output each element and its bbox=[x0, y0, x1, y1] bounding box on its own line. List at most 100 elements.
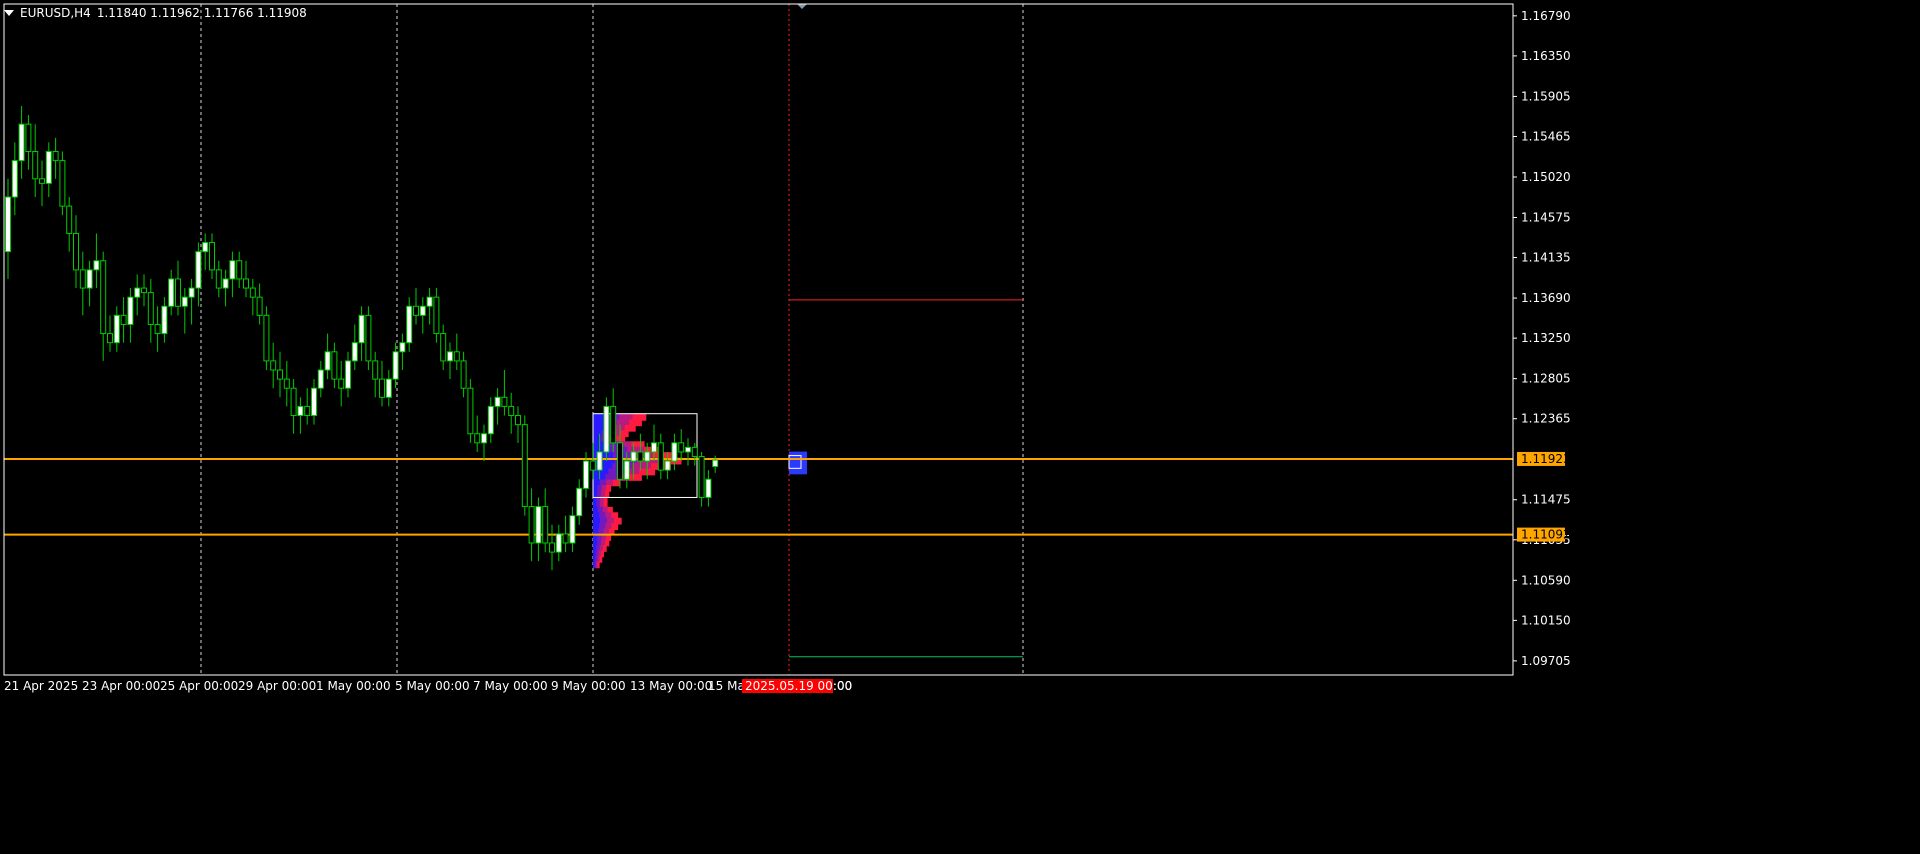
candle-body bbox=[222, 278, 229, 289]
candle-body bbox=[283, 378, 290, 389]
price-chart[interactable]: 1.16790 1.16350 1.15905 1.15465 1.15020 1.145… bbox=[0, 0, 1920, 854]
candle-body bbox=[147, 292, 154, 325]
candles bbox=[5, 105, 719, 571]
candle-body bbox=[161, 305, 168, 335]
candle-body bbox=[392, 351, 399, 380]
candle-body bbox=[141, 287, 147, 294]
candle-body bbox=[433, 296, 440, 335]
candle-body bbox=[290, 387, 297, 417]
candle-body bbox=[589, 460, 596, 471]
candle-body bbox=[535, 506, 542, 544]
candle-body bbox=[617, 442, 623, 480]
price-tick-label: 1.14575 bbox=[1521, 211, 1571, 225]
price-tick-label: 1.12805 bbox=[1521, 372, 1571, 386]
candle-body bbox=[18, 123, 25, 162]
candle-body bbox=[243, 278, 249, 289]
candle-body bbox=[127, 296, 134, 325]
candle-body bbox=[501, 396, 508, 407]
candle-body bbox=[515, 415, 521, 426]
chart-window[interactable]: 1.16790 1.16350 1.15905 1.15465 1.15020 1.145… bbox=[0, 0, 1920, 854]
candle-body bbox=[413, 305, 419, 316]
chart-frame bbox=[3, 3, 1514, 676]
shift-marker-icon[interactable] bbox=[797, 4, 807, 9]
candle-body bbox=[698, 455, 705, 498]
candle-body bbox=[576, 487, 583, 517]
candle-body bbox=[365, 314, 372, 362]
candle-body bbox=[494, 396, 501, 407]
candle-body bbox=[385, 378, 392, 398]
candle-body bbox=[93, 260, 100, 271]
candle-body bbox=[467, 387, 474, 435]
candle-body bbox=[168, 278, 175, 307]
candle-body bbox=[100, 260, 107, 335]
candle-body bbox=[474, 433, 481, 444]
candle-body bbox=[460, 360, 467, 389]
price-tick-label: 1.14135 bbox=[1521, 251, 1571, 265]
candle-body bbox=[32, 150, 39, 180]
candle-body bbox=[562, 533, 569, 544]
candle-body bbox=[623, 460, 630, 480]
candle-body bbox=[664, 460, 671, 471]
candle-body bbox=[5, 196, 11, 253]
volume-profile-bar bbox=[597, 561, 600, 569]
candle-body bbox=[644, 451, 651, 462]
candle-body bbox=[705, 478, 712, 498]
candle-body bbox=[25, 123, 32, 152]
candle-body bbox=[11, 160, 18, 198]
price-tick-label: 1.12365 bbox=[1521, 412, 1571, 426]
candle-body bbox=[657, 442, 664, 471]
candle-body bbox=[603, 405, 610, 453]
candle-body bbox=[508, 405, 515, 417]
candle-body bbox=[555, 533, 562, 553]
candle-body bbox=[487, 405, 494, 435]
price-tick-label: 1.10150 bbox=[1521, 613, 1571, 627]
candle-body bbox=[263, 314, 270, 362]
price-level-tag-label: 1.11923 bbox=[1521, 452, 1571, 466]
candle-body bbox=[447, 351, 453, 362]
candle-body bbox=[338, 378, 345, 389]
candle-body bbox=[528, 506, 535, 544]
time-tick-label: 5 May 00:00 bbox=[395, 679, 470, 693]
ohlc-values: 1.11840 1.11962 1.11766 1.11908 bbox=[96, 6, 307, 20]
candle-body bbox=[297, 405, 304, 417]
price-tick-label: 1.16790 bbox=[1521, 9, 1571, 23]
price-tick-label: 1.13690 bbox=[1521, 291, 1571, 305]
candle-body bbox=[79, 269, 86, 289]
volume-profile-bar bbox=[629, 474, 642, 481]
chart-menu-triangle-icon[interactable] bbox=[4, 10, 14, 16]
candle-body bbox=[229, 260, 236, 280]
candle-body bbox=[691, 446, 698, 457]
day-separators bbox=[200, 4, 1024, 675]
candle-body bbox=[549, 542, 555, 553]
candle-body bbox=[107, 333, 113, 344]
current-profile bbox=[789, 451, 807, 475]
candle-body bbox=[610, 405, 617, 444]
volume-profile-bar bbox=[599, 555, 603, 563]
candle-body bbox=[317, 369, 324, 389]
time-tick-label: 23 Apr 00:00 bbox=[82, 679, 160, 693]
candle-body bbox=[175, 278, 181, 307]
candle-body bbox=[345, 360, 351, 389]
time-tick-label: 1 May 00:00 bbox=[316, 679, 391, 693]
price-axis: 1.16790 1.16350 1.15905 1.15465 1.15020 1.145… bbox=[1513, 9, 1571, 668]
price-tick-label: 1.10590 bbox=[1521, 573, 1571, 587]
candle-body bbox=[351, 342, 358, 362]
candle-body bbox=[52, 150, 59, 162]
candle-body bbox=[236, 260, 243, 280]
price-tick-label: 1.16350 bbox=[1521, 49, 1571, 63]
candle-body bbox=[209, 242, 215, 271]
time-tick-label: 21 Apr 2025 bbox=[4, 679, 78, 693]
candle-body bbox=[372, 360, 379, 380]
candle-body bbox=[66, 205, 73, 234]
candle-body bbox=[678, 442, 685, 453]
time-axis: 21 Apr 2025 23 Apr 00:00 25 Apr 00:00 29 Ap… bbox=[4, 679, 852, 693]
candle-body bbox=[215, 269, 222, 289]
candle-body bbox=[481, 433, 487, 444]
candle-body bbox=[596, 451, 603, 471]
price-tick-label: 1.11475 bbox=[1521, 493, 1571, 507]
candle-body bbox=[120, 314, 127, 325]
candle-body bbox=[304, 405, 311, 417]
candle-body bbox=[453, 351, 460, 362]
candle-body bbox=[270, 360, 277, 371]
candle-body bbox=[324, 351, 331, 371]
